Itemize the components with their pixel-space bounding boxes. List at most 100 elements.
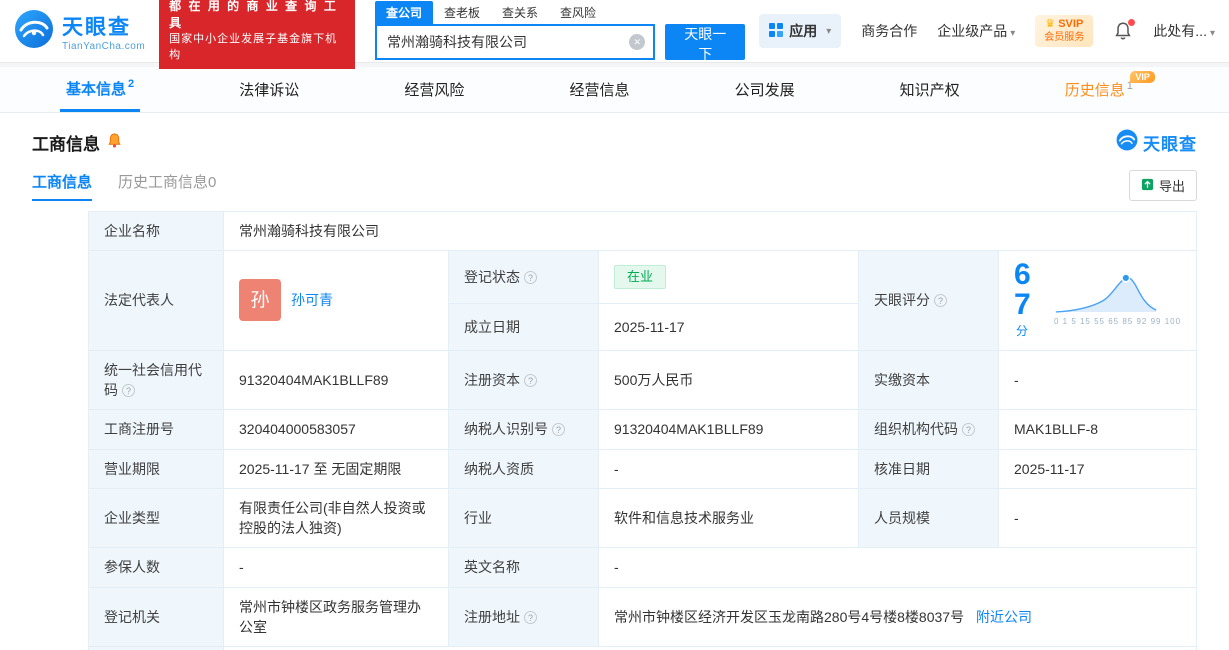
company-name-label: 企业名称	[88, 210, 224, 252]
notification-dot	[1128, 19, 1136, 26]
help-icon[interactable]: ?	[962, 423, 975, 437]
company-type-value: 有限责任公司(非自然人投资或控股的法人独资)	[223, 487, 449, 549]
business-info-table: 企业名称 常州瀚骑科技有限公司 法定代表人 孙 孙可青 登记状态? 在业 天眼评…	[88, 210, 1198, 650]
tab-label: 法律诉讼	[239, 82, 300, 99]
nearby-companies-link[interactable]: 附近公司	[976, 609, 1032, 625]
tab-intellectual-property[interactable]: 知识产权	[894, 67, 966, 112]
crown-icon: ♛	[1045, 17, 1056, 30]
legal-rep-name-link[interactable]: 孙可青	[291, 290, 333, 310]
company-type-label: 企业类型	[88, 487, 224, 549]
section-title: 工商信息	[32, 135, 100, 154]
top-nav: 应用 ▾ 商务合作 企业级产品 ▾ ♛ SVIP 会员服务 此处有... ▾	[759, 14, 1215, 48]
search-tab-boss[interactable]: 查老板	[433, 1, 491, 24]
nav-business-cooperation[interactable]: 商务合作	[861, 21, 917, 41]
export-button[interactable]: 导出	[1128, 170, 1197, 201]
vip-tag: VIP	[1130, 71, 1155, 83]
credit-code-label: 统一社会信用代码?	[88, 349, 224, 411]
help-icon[interactable]: ?	[934, 294, 947, 308]
est-date-label: 成立日期	[448, 302, 599, 351]
watermark-label: 天眼查	[1143, 135, 1197, 154]
address-value: 常州市钟楼区经济开发区玉龙南路280号4号楼8楼8037号	[614, 608, 965, 625]
help-icon[interactable]: ?	[524, 610, 537, 624]
score-axis-ticks: 0 1 5 15 55 65 85 92 99 100	[1053, 317, 1182, 327]
svip-sublabel: 会员服务	[1044, 31, 1085, 43]
table-row: 企业名称 常州瀚骑科技有限公司	[88, 210, 1198, 252]
slogan-badge: 都 在 用 的 商 业 查 询 工 具 国家中小企业发展子基金旗下机构	[159, 0, 355, 70]
nav-enterprise-products[interactable]: 企业级产品 ▾	[937, 21, 1015, 41]
top-header: 天眼查 TianYanCha.com 都 在 用 的 商 业 查 询 工 具 国…	[0, 0, 1229, 70]
paid-capital-label: 实缴资本	[858, 349, 999, 411]
term-label: 营业期限	[88, 448, 224, 489]
help-icon[interactable]: ?	[122, 383, 135, 397]
search-tab-company[interactable]: 查公司	[374, 1, 433, 24]
est-date-value: 2025-11-17	[598, 302, 859, 351]
company-name-value: 常州瀚骑科技有限公司	[222, 210, 1198, 252]
approval-date-value: 2025-11-17	[997, 448, 1198, 489]
tab-label: 经营信息	[569, 82, 630, 99]
help-icon[interactable]: ?	[524, 373, 537, 387]
export-label: 导出	[1158, 179, 1185, 194]
nav-enterprise-label: 企业级产品	[937, 23, 1008, 39]
export-icon	[1141, 178, 1154, 194]
tianyancha-logo[interactable]: 天眼查 TianYanCha.com	[14, 9, 145, 54]
reg-no-value: 320404000583057	[223, 409, 449, 450]
notification-bell-icon[interactable]	[1113, 19, 1136, 41]
taxpayer-quality-value: -	[598, 448, 859, 489]
monitor-bell-icon[interactable]	[106, 132, 123, 154]
legal-rep-cell: 孙 孙可青	[223, 250, 449, 351]
business-info-section: 工商信息 天眼查 工商信息 历史工商信息0 导出 企业名称 常州瀚骑科技有限公司…	[0, 129, 1229, 650]
authority-value: 常州市钟楼区政务服务管理办公室	[223, 586, 449, 648]
table-row: 统一社会信用代码? 91320404MAK1BLLF89 注册资本? 500万人…	[88, 349, 1198, 411]
search-button[interactable]: 天眼一下	[665, 24, 746, 62]
legal-rep-avatar[interactable]: 孙	[239, 279, 281, 322]
slogan-line2: 国家中小企业发展子基金旗下机构	[169, 33, 338, 62]
table-row: 参保人数 - 英文名称 -	[88, 547, 1198, 588]
logo-domain: TianYanCha.com	[62, 40, 146, 52]
industry-value: 软件和信息技术服务业	[598, 487, 859, 549]
subtab-history-business-info[interactable]: 历史工商信息0	[118, 171, 216, 201]
reg-capital-value: 500万人民币	[598, 349, 859, 411]
tab-operation-risk[interactable]: 经营风险	[398, 67, 470, 112]
tab-label: 公司发展	[734, 82, 795, 99]
org-code-label: 组织机构代码?	[858, 409, 999, 450]
tab-operation-info[interactable]: 经营信息	[563, 67, 635, 112]
search-tab-relation[interactable]: 查关系	[491, 1, 549, 24]
score-unit: 分	[1016, 324, 1029, 339]
nav-more-label: 此处有...	[1153, 23, 1207, 39]
tab-basic-info[interactable]: 基本信息 2	[60, 67, 141, 112]
apps-menu[interactable]: 应用 ▾	[759, 14, 842, 48]
svip-membership[interactable]: ♛ SVIP 会员服务	[1035, 14, 1094, 48]
authority-label: 登记机关	[88, 586, 224, 648]
staff-label: 人员规模	[858, 487, 999, 549]
tab-legal-proceedings[interactable]: 法律诉讼	[233, 67, 305, 112]
label-text: 注册地址	[464, 608, 520, 625]
svip-label: SVIP	[1058, 17, 1084, 30]
search-tab-risk[interactable]: 查风险	[549, 1, 607, 24]
address-cell: 常州市钟楼区经济开发区玉龙南路280号4号楼8楼8037号 附近公司	[597, 586, 1198, 648]
legal-rep-label: 法定代表人	[88, 250, 224, 351]
reg-no-label: 工商注册号	[88, 409, 224, 450]
help-icon[interactable]: ?	[552, 423, 565, 437]
tab-company-development[interactable]: 公司发展	[729, 67, 801, 112]
logo-title: 天眼查	[62, 15, 131, 39]
nav-more-menu[interactable]: 此处有... ▾	[1153, 21, 1215, 41]
tab-label: 经营风险	[404, 82, 465, 99]
apps-grid-icon	[769, 22, 784, 40]
taxpayer-no-value: 91320404MAK1BLLF89	[598, 409, 859, 450]
apps-label: 应用	[789, 23, 818, 39]
english-name-label: 英文名称	[448, 547, 599, 588]
subtab-business-info[interactable]: 工商信息	[32, 171, 93, 201]
label-text: 登记状态	[464, 268, 520, 285]
label-text: 纳税人识别号	[464, 421, 548, 438]
taxpayer-quality-label: 纳税人资质	[448, 448, 599, 489]
reg-capital-label: 注册资本?	[448, 349, 599, 411]
table-row: 企业类型 有限责任公司(非自然人投资或控股的法人独资) 行业 软件和信息技术服务…	[88, 487, 1198, 549]
search-input[interactable]	[376, 26, 654, 58]
taxpayer-no-label: 纳税人识别号?	[448, 409, 599, 450]
help-icon[interactable]: ?	[524, 270, 537, 284]
tianyancha-watermark: 天眼查	[1116, 129, 1197, 156]
insured-value: -	[223, 547, 449, 588]
chevron-down-icon: ▾	[1209, 28, 1215, 39]
tab-history-info[interactable]: 历史信息 1 VIP	[1059, 67, 1155, 112]
search-input-wrap: ✕	[374, 24, 656, 60]
